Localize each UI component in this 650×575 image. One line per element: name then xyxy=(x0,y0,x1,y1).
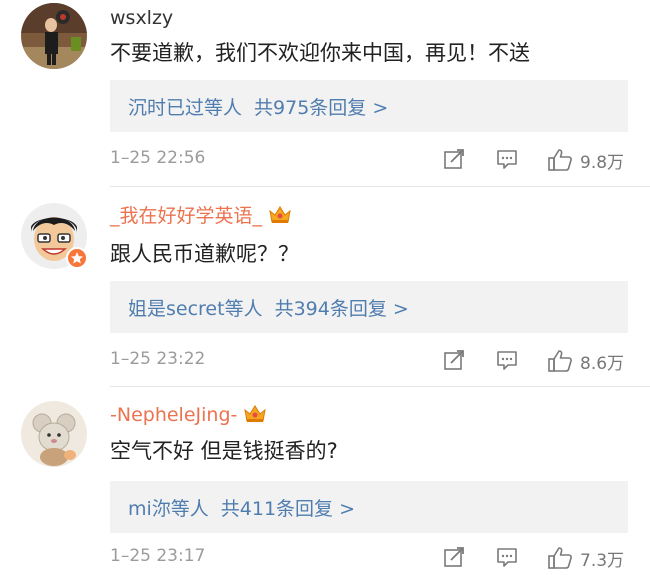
reply-summary[interactable]: mi沵等人 共411条回复 > xyxy=(110,481,628,533)
avatar[interactable] xyxy=(21,401,87,467)
thumbs-up-icon[interactable] xyxy=(547,546,573,570)
comment-footer: 1–25 22:56 9.8万 xyxy=(110,146,628,174)
divider xyxy=(110,386,650,387)
divider xyxy=(110,186,650,187)
reply-count[interactable]: 共394条回复 > xyxy=(275,294,409,321)
comment-icon[interactable] xyxy=(496,349,518,371)
like-count: 9.8万 xyxy=(580,153,625,173)
comment-text: 不要道歉，我们不欢迎你来中国，再见！不送 xyxy=(110,41,530,65)
like-count: 7.3万 xyxy=(580,551,625,571)
comment-footer: 1–25 23:22 8.6万 xyxy=(110,347,628,375)
avatar[interactable] xyxy=(21,3,87,69)
comment-text: 跟人民币道歉呢？？ xyxy=(110,242,299,266)
reply-summary[interactable]: 姐是secret等人 共394条回复 > xyxy=(110,281,628,333)
like-count: 8.6万 xyxy=(580,354,625,374)
comment-text: 空气不好 但是钱挺香的? xyxy=(110,439,338,463)
timestamp: 1–25 23:17 xyxy=(110,546,206,566)
thumbs-up-icon[interactable] xyxy=(547,148,573,172)
comment-footer: 1–25 23:17 7.3万 xyxy=(110,544,628,572)
timestamp: 1–25 23:22 xyxy=(110,349,206,369)
reply-count[interactable]: 共411条回复 > xyxy=(221,494,355,521)
reply-users[interactable]: 姐是secret等人 xyxy=(128,294,263,321)
reply-count[interactable]: 共975条回复 > xyxy=(254,93,388,120)
repost-icon[interactable] xyxy=(443,546,465,568)
username-text[interactable]: -NepheleJing- xyxy=(110,404,237,426)
reply-users[interactable]: 沉时已过等人 xyxy=(128,93,242,120)
repost-icon[interactable] xyxy=(443,148,465,170)
reply-summary[interactable]: 沉时已过等人 共975条回复 > xyxy=(110,80,628,132)
timestamp: 1–25 22:56 xyxy=(110,148,206,168)
verified-badge-icon xyxy=(66,247,88,269)
username[interactable]: -NepheleJing- xyxy=(110,403,267,427)
vip-crown-icon xyxy=(244,405,267,422)
thumbs-up-icon[interactable] xyxy=(547,349,573,373)
reply-users[interactable]: mi沵等人 xyxy=(128,494,209,521)
username-text[interactable]: _我在好好学英语_ xyxy=(110,205,262,227)
username[interactable]: _我在好好学英语_ xyxy=(110,204,292,228)
username[interactable]: wsxlzy xyxy=(110,6,173,30)
repost-icon[interactable] xyxy=(443,349,465,371)
comment-icon[interactable] xyxy=(496,148,518,170)
vip-crown-icon xyxy=(269,206,291,223)
comment-icon[interactable] xyxy=(496,546,518,568)
